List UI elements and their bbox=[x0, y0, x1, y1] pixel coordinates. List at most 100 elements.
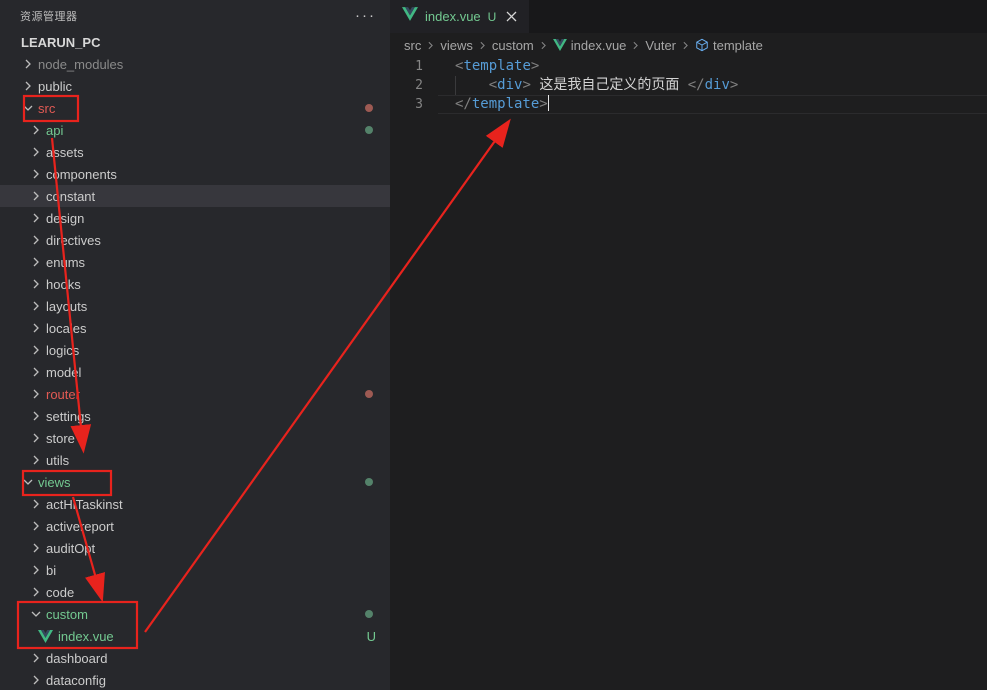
indent-guide bbox=[455, 76, 456, 95]
item-label: index.vue bbox=[58, 629, 114, 644]
item-label: node_modules bbox=[38, 57, 123, 72]
item-label: model bbox=[46, 365, 81, 380]
chevron-right-icon bbox=[537, 39, 550, 52]
file-tree: node_modulespublic src api assets components… bbox=[0, 53, 390, 690]
tree-item-auditOpt[interactable]: auditOpt bbox=[0, 537, 390, 559]
tree-item-custom[interactable]: custom bbox=[0, 603, 390, 625]
item-label: custom bbox=[46, 607, 88, 622]
breadcrumb-item-index.vue[interactable]: index.vue bbox=[553, 38, 627, 53]
chevron-right-icon bbox=[20, 56, 36, 72]
tree-item-activereport[interactable]: activereport bbox=[0, 515, 390, 537]
chevron-right-icon bbox=[679, 39, 692, 52]
chevron-right-icon bbox=[28, 386, 44, 402]
tree-item-assets[interactable]: assets bbox=[0, 141, 390, 163]
tree-item-hooks[interactable]: hooks bbox=[0, 273, 390, 295]
item-label: hooks bbox=[46, 277, 81, 292]
tree-item-router[interactable]: router bbox=[0, 383, 390, 405]
item-label: router bbox=[46, 387, 80, 402]
tree-item-actHiTaskinst[interactable]: actHiTaskinst bbox=[0, 493, 390, 515]
tree-item-store[interactable]: store bbox=[0, 427, 390, 449]
root-label: LEARUN_PC bbox=[21, 35, 100, 50]
error-dot-badge bbox=[365, 104, 373, 112]
item-label: dashboard bbox=[46, 651, 107, 666]
more-actions-icon[interactable]: ··· bbox=[355, 11, 376, 21]
breadcrumb: src views custom index.vue Vuter template bbox=[390, 33, 987, 57]
chevron-right-icon bbox=[20, 78, 36, 94]
git-dot-badge bbox=[365, 126, 373, 134]
chevron-down-icon bbox=[3, 35, 19, 51]
chevron-right-icon bbox=[28, 562, 44, 578]
vscode-window: 资源管理器 ··· LEARUN_PC node_modulespublicsr… bbox=[0, 0, 987, 690]
tree-item-layouts[interactable]: layouts bbox=[0, 295, 390, 317]
tree-item-model[interactable]: model bbox=[0, 361, 390, 383]
chevron-right-icon bbox=[28, 584, 44, 600]
close-icon[interactable] bbox=[506, 11, 517, 22]
git-dot-badge bbox=[365, 478, 373, 486]
chevron-right-icon bbox=[28, 342, 44, 358]
breadcrumb-item-views[interactable]: views bbox=[440, 38, 473, 53]
line-number: 3 bbox=[390, 95, 438, 114]
tree-item-logics[interactable]: logics bbox=[0, 339, 390, 361]
breadcrumb-item-template[interactable]: template bbox=[695, 38, 763, 53]
breadcrumb-item-src[interactable]: src bbox=[404, 38, 421, 53]
code-editor[interactable]: 1<template>2 <div> 这是我自己定义的页面 </div>3</t… bbox=[390, 57, 987, 114]
tree-item-locales[interactable]: locales bbox=[0, 317, 390, 339]
chevron-right-icon bbox=[28, 298, 44, 314]
item-label: code bbox=[46, 585, 74, 600]
chevron-right-icon bbox=[28, 122, 44, 138]
tree-item-code[interactable]: code bbox=[0, 581, 390, 603]
tree-item-dataconfig[interactable]: dataconfig bbox=[0, 669, 390, 690]
tree-item-directives[interactable]: directives bbox=[0, 229, 390, 251]
item-label: logics bbox=[46, 343, 79, 358]
chevron-right-icon bbox=[28, 452, 44, 468]
item-label: src bbox=[38, 101, 55, 116]
chevron-right-icon bbox=[476, 39, 489, 52]
code-line-3[interactable]: 3</template> bbox=[390, 95, 987, 114]
code-line-1[interactable]: 1<template> bbox=[390, 57, 987, 76]
item-label: utils bbox=[46, 453, 69, 468]
chevron-right-icon bbox=[28, 254, 44, 270]
item-label: directives bbox=[46, 233, 101, 248]
tree-item-node_modules[interactable]: node_modules bbox=[0, 53, 390, 75]
chevron-right-icon bbox=[28, 210, 44, 226]
item-label: enums bbox=[46, 255, 85, 270]
breadcrumb-item-custom[interactable]: custom bbox=[492, 38, 534, 53]
tree-item-utils[interactable]: utils bbox=[0, 449, 390, 471]
vue-icon bbox=[402, 7, 418, 26]
code-line-2[interactable]: 2 <div> 这是我自己定义的页面 </div> bbox=[390, 76, 987, 95]
tree-item-src[interactable]: src bbox=[0, 97, 390, 119]
breadcrumb-item-Vuter[interactable]: Vuter bbox=[645, 38, 676, 53]
error-dot-badge bbox=[365, 390, 373, 398]
tab-bar: index.vue U bbox=[390, 0, 987, 33]
tree-item-enums[interactable]: enums bbox=[0, 251, 390, 273]
tree-item-design[interactable]: design bbox=[0, 207, 390, 229]
tree-item-views[interactable]: views bbox=[0, 471, 390, 493]
git-dot-badge bbox=[365, 610, 373, 618]
tree-item-public[interactable]: public bbox=[0, 75, 390, 97]
item-label: design bbox=[46, 211, 84, 226]
tree-item-bi[interactable]: bi bbox=[0, 559, 390, 581]
tree-item-constant[interactable]: constant bbox=[0, 185, 390, 207]
explorer-sidebar: 资源管理器 ··· LEARUN_PC node_modulespublicsr… bbox=[0, 0, 390, 690]
item-label: auditOpt bbox=[46, 541, 95, 556]
item-label: store bbox=[46, 431, 75, 446]
tree-item-settings[interactable]: settings bbox=[0, 405, 390, 427]
item-label: constant bbox=[46, 189, 95, 204]
item-label: assets bbox=[46, 145, 84, 160]
tree-item-index.vue[interactable]: index.vueU bbox=[0, 625, 390, 647]
chevron-right-icon bbox=[28, 144, 44, 160]
tree-item-components[interactable]: components bbox=[0, 163, 390, 185]
item-label: bi bbox=[46, 563, 56, 578]
chevron-right-icon bbox=[28, 232, 44, 248]
tab-index-vue[interactable]: index.vue U bbox=[390, 0, 529, 33]
tree-item-dashboard[interactable]: dashboard bbox=[0, 647, 390, 669]
editor-area: index.vue U src views custom index.vue Vuter… bbox=[390, 0, 987, 690]
vue-icon bbox=[553, 39, 567, 51]
item-label: components bbox=[46, 167, 117, 182]
tree-root-learun-pc[interactable]: LEARUN_PC bbox=[0, 32, 390, 53]
tree-item-api[interactable]: api bbox=[0, 119, 390, 141]
item-label: dataconfig bbox=[46, 673, 106, 688]
chevron-down-icon bbox=[20, 100, 36, 116]
chevron-right-icon bbox=[28, 496, 44, 512]
symbol-template-icon bbox=[695, 38, 709, 52]
